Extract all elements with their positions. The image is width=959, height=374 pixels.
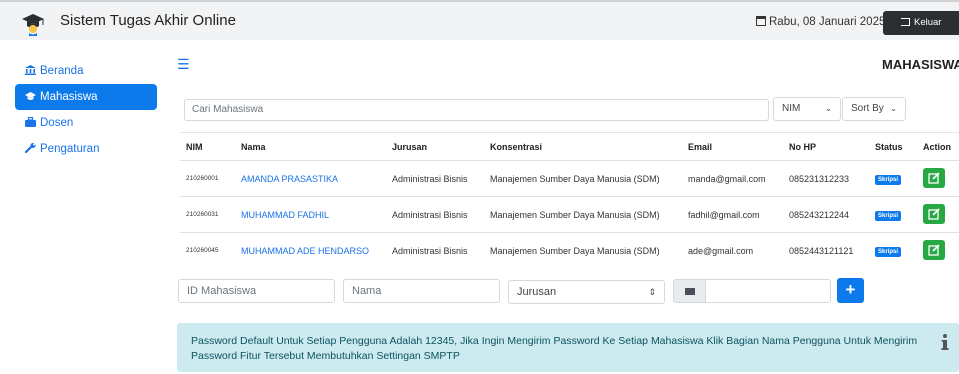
sidebar-item-label: Beranda [40, 65, 84, 77]
cell-status: Skripsi [869, 232, 917, 269]
sidebar-item-label: Dosen [40, 117, 74, 129]
top-navbar: Sistem Tugas Akhir Online Rabu, 08 Janua… [0, 0, 959, 40]
edit-button[interactable] [923, 203, 945, 224]
sort-select-value: Sort By [851, 103, 884, 114]
sidebar-item-label: Pengaturan [40, 143, 100, 155]
table-row: 210260001 AMANDA PRASASTIKA Administrasi… [180, 160, 959, 197]
sidebar-item-dosen[interactable]: Dosen [15, 110, 157, 136]
edit-button[interactable] [923, 239, 945, 260]
cell-phone: 0852443121121 [783, 232, 869, 269]
calendar-icon [756, 16, 766, 26]
chevron-down-icon: ⌄ [890, 104, 897, 113]
date-text: Rabu, 08 Januari 2025 [769, 16, 886, 28]
student-name-link[interactable]: MUHAMMAD ADE HENDARSO [235, 232, 386, 269]
cell-jurusan: Administrasi Bisnis [386, 160, 484, 197]
edit-icon [928, 171, 940, 184]
column-header: NIM [180, 132, 235, 161]
student-name-link[interactable]: MUHAMMAD FADHIL [235, 196, 386, 233]
cell-nim: 210260031 [180, 196, 235, 233]
sidebar-item-pengaturan[interactable]: Pengaturan [15, 136, 157, 162]
bank-icon [25, 65, 36, 75]
cell-email: manda@gmail.com [682, 160, 783, 197]
student-id-field[interactable]: ID Mahasiswa [178, 279, 335, 303]
jurusan-select-value: Jurusan [517, 286, 557, 298]
envelope-icon [685, 288, 695, 295]
column-header: Konsentrasi [484, 132, 682, 161]
column-header: No HP [783, 132, 869, 161]
graduate-logo-icon [22, 14, 44, 36]
sidebar-item-mahasiswa[interactable]: Mahasiswa [15, 84, 157, 110]
status-badge: Skripsi [875, 246, 902, 257]
graduation-cap-icon [25, 92, 36, 100]
cell-jurusan: Administrasi Bisnis [386, 196, 484, 233]
select-arrows-icon: ⇕ [648, 287, 656, 297]
column-header: Action [917, 132, 959, 161]
email-field[interactable] [705, 279, 831, 303]
student-table: NIM Nama Jurusan Konsentrasi Email No HP… [180, 132, 959, 269]
cell-jurusan: Administrasi Bisnis [386, 232, 484, 269]
column-header: Jurusan [386, 132, 484, 161]
status-badge: Skripsi [875, 210, 902, 221]
chevron-down-icon: ⌄ [825, 104, 832, 113]
sidebar-item-label: Mahasiswa [40, 91, 98, 103]
sign-out-icon [901, 18, 910, 26]
info-icon [941, 334, 949, 350]
date-display: Rabu, 08 Januari 2025 [756, 16, 885, 28]
alert-text: Password Default Untuk Setiap Pengguna A… [191, 335, 918, 362]
cell-konsentrasi: Manajemen Sumber Daya Manusia (SDM) [484, 196, 682, 233]
search-input[interactable]: Cari Mahasiswa [184, 99, 769, 121]
jurusan-select[interactable]: Jurusan ⇕ [508, 280, 665, 304]
cell-nim: 210260001 [180, 160, 235, 197]
student-name-link[interactable]: AMANDA PRASASTIKA [235, 160, 386, 197]
cell-action [917, 196, 959, 233]
email-addon [673, 279, 706, 303]
sidebar-item-beranda[interactable]: Beranda [15, 58, 157, 84]
column-header: Email [682, 132, 783, 161]
filter-select[interactable]: NIM ⌄ [773, 97, 841, 121]
briefcase-icon [25, 116, 36, 127]
logout-label: Keluar [914, 17, 942, 28]
cell-email: fadhil@gmail.com [682, 196, 783, 233]
sidebar: Beranda Mahasiswa Dosen Pengaturan [15, 58, 157, 162]
cell-nim: 210260045 [180, 232, 235, 269]
info-alert: Password Default Untuk Setiap Pengguna A… [177, 323, 959, 372]
edit-icon [928, 207, 940, 220]
app-title: Sistem Tugas Akhir Online [60, 12, 236, 29]
cell-email: ade@gmail.com [682, 232, 783, 269]
cell-status: Skripsi [869, 160, 917, 197]
logout-button[interactable]: Keluar [883, 11, 959, 35]
status-badge: Skripsi [875, 174, 902, 185]
menu-toggle-icon[interactable]: ☰ [177, 56, 190, 73]
edit-button[interactable] [923, 167, 945, 188]
cell-konsentrasi: Manajemen Sumber Daya Manusia (SDM) [484, 232, 682, 269]
cell-status: Skripsi [869, 196, 917, 233]
cell-phone: 085243212244 [783, 196, 869, 233]
add-student-button[interactable]: + [837, 278, 864, 303]
filter-select-value: NIM [782, 103, 801, 114]
column-header: Status [869, 132, 917, 161]
table-row: 210260045 MUHAMMAD ADE HENDARSO Administ… [180, 232, 959, 269]
cell-action [917, 232, 959, 269]
cell-action [917, 160, 959, 197]
edit-icon [928, 244, 940, 256]
table-header-row: NIM Nama Jurusan Konsentrasi Email No HP… [180, 132, 959, 161]
name-field[interactable]: Nama [343, 279, 500, 303]
wrench-icon [24, 143, 36, 154]
cell-konsentrasi: Manajemen Sumber Daya Manusia (SDM) [484, 160, 682, 197]
table-row: 210260031 MUHAMMAD FADHIL Administrasi B… [180, 196, 959, 233]
column-header: Nama [235, 132, 386, 161]
page-title: MAHASISWA [882, 57, 959, 72]
sort-select[interactable]: Sort By ⌄ [842, 97, 906, 121]
cell-phone: 085231312233 [783, 160, 869, 197]
